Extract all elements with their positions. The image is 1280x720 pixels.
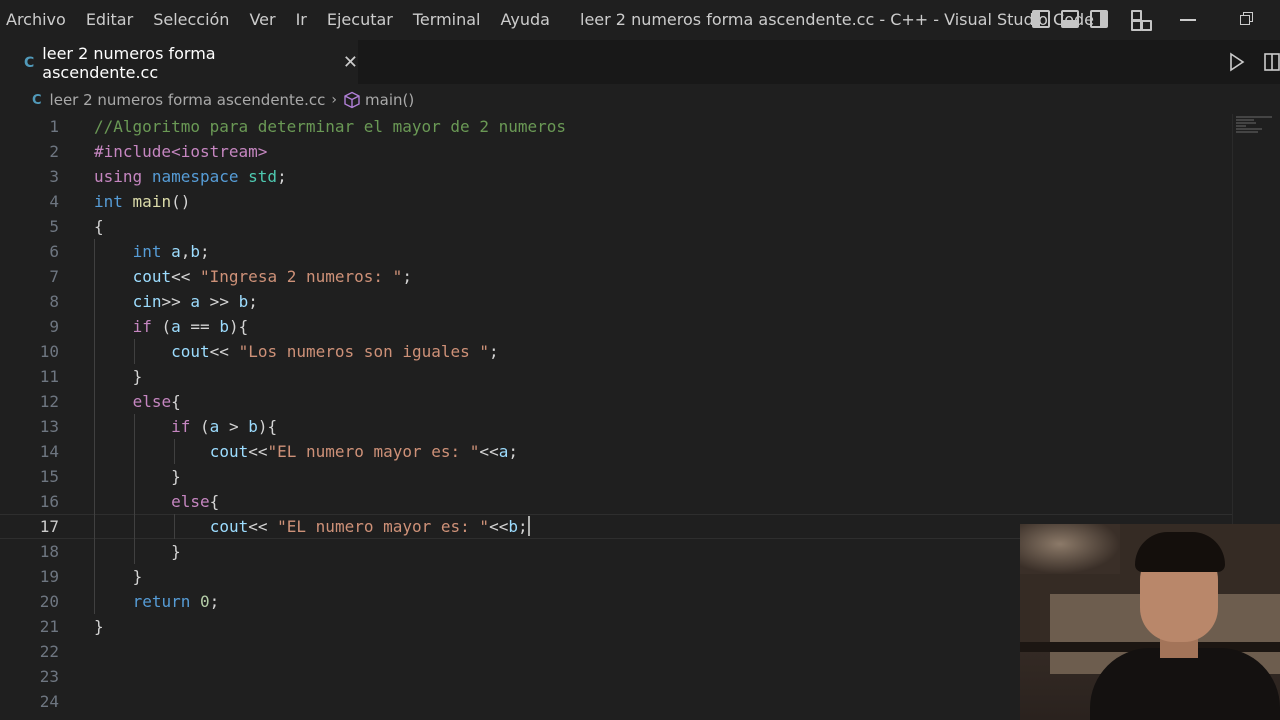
code-line[interactable]: 5{ xyxy=(0,214,1232,239)
line-number: 23 xyxy=(39,667,59,686)
line-number: 14 xyxy=(39,442,59,461)
code-line[interactable]: 8 cin>> a >> b; xyxy=(0,289,1232,314)
code-text: cout<< "Ingresa 2 numeros: "; xyxy=(132,267,412,286)
code-text: cout<< "Los numeros son iguales "; xyxy=(171,342,499,361)
line-number: 4 xyxy=(49,192,59,211)
line-number: 8 xyxy=(49,292,59,311)
cpp-file-icon: C xyxy=(32,92,42,108)
line-number: 6 xyxy=(49,242,59,261)
layout-controls xyxy=(1032,10,1108,28)
menu-ejecutar[interactable]: Ejecutar xyxy=(317,0,403,40)
line-number: 18 xyxy=(39,542,59,561)
minimize-window-icon[interactable] xyxy=(1180,19,1196,21)
breadcrumb: C leer 2 numeros forma ascendente.cc › m… xyxy=(0,86,414,114)
code-text: if (a == b){ xyxy=(132,317,249,336)
line-number: 9 xyxy=(49,317,59,336)
editor-tab-bar: C leer 2 numeros forma ascendente.cc ✕ xyxy=(0,40,1280,84)
toggle-panel-icon[interactable] xyxy=(1061,10,1079,28)
code-line[interactable]: 12 else{ xyxy=(0,389,1232,414)
code-text: } xyxy=(132,367,143,386)
menu-archivo[interactable]: Archivo xyxy=(0,0,76,40)
code-text: //Algoritmo para determinar el mayor de … xyxy=(94,117,567,136)
line-number: 3 xyxy=(49,167,59,186)
menu-seleccion[interactable]: Selección xyxy=(143,0,239,40)
code-line[interactable]: 3 using namespace std; xyxy=(0,164,1232,189)
code-text: } xyxy=(132,567,143,586)
split-editor-icon[interactable] xyxy=(1264,52,1280,72)
tab-label: leer 2 numeros forma ascendente.cc xyxy=(42,43,216,82)
title-bar: Archivo Editar Selección Ver Ir Ejecutar… xyxy=(0,0,1280,40)
line-number: 17 xyxy=(39,517,59,536)
line-number: 10 xyxy=(39,342,59,361)
webcam-overlay xyxy=(1020,524,1280,720)
code-text: cout<< "EL numero mayor es: "<<b; xyxy=(209,516,530,536)
customize-layout-icon[interactable] xyxy=(1131,10,1152,31)
menu-ver[interactable]: Ver xyxy=(239,0,285,40)
line-number: 21 xyxy=(39,617,59,636)
window-title: leer 2 numeros forma ascendente.cc - C++… xyxy=(580,10,1094,29)
code-text: return 0; xyxy=(132,592,220,611)
menu-editar[interactable]: Editar xyxy=(76,0,143,40)
code-text: #include<iostream> xyxy=(94,142,268,161)
code-text: } xyxy=(94,617,104,636)
code-text: } xyxy=(171,542,181,561)
line-number: 13 xyxy=(39,417,59,436)
code-line[interactable]: 6 int a,b; xyxy=(0,239,1232,264)
code-line[interactable]: 14 cout<<"EL numero mayor es: "<<a; xyxy=(0,439,1232,464)
minimap[interactable] xyxy=(1236,116,1276,146)
menu-ir[interactable]: Ir xyxy=(286,0,317,40)
line-number: 5 xyxy=(49,217,59,236)
code-text: int main() xyxy=(94,192,191,211)
code-text: else{ xyxy=(132,392,181,411)
code-line[interactable]: 2 #include<iostream> xyxy=(0,139,1232,164)
line-number: 16 xyxy=(39,492,59,511)
code-line[interactable]: 4 int main() xyxy=(0,189,1232,214)
line-number: 20 xyxy=(39,592,59,611)
line-number: 24 xyxy=(39,692,59,711)
cpp-file-icon: C xyxy=(24,54,35,71)
line-number: 19 xyxy=(39,567,59,586)
code-line[interactable]: 10 cout<< "Los numeros son iguales "; xyxy=(0,339,1232,364)
menu-ayuda[interactable]: Ayuda xyxy=(491,0,560,40)
code-line[interactable]: 9 if (a == b){ xyxy=(0,314,1232,339)
code-line[interactable]: 15 } xyxy=(0,464,1232,489)
webcam-lamp xyxy=(1020,524,1120,574)
code-text: } xyxy=(171,467,181,486)
breadcrumb-symbol[interactable]: main() xyxy=(365,91,414,109)
line-number: 15 xyxy=(39,467,59,486)
line-number: 11 xyxy=(39,367,59,386)
method-cube-icon xyxy=(344,91,360,109)
editor-tab[interactable]: C leer 2 numeros forma ascendente.cc ✕ xyxy=(0,40,358,84)
line-number: 1 xyxy=(49,117,59,136)
code-line[interactable]: 13 if (a > b){ xyxy=(0,414,1232,439)
line-number: 12 xyxy=(39,392,59,411)
code-text: cin>> a >> b; xyxy=(132,292,258,311)
code-text: else{ xyxy=(171,492,220,511)
code-line[interactable]: 16 else{ xyxy=(0,489,1232,514)
webcam-person-body xyxy=(1090,648,1280,720)
breadcrumb-separator: › xyxy=(331,92,338,108)
line-number: 2 xyxy=(49,142,59,161)
code-line[interactable]: 11 } xyxy=(0,364,1232,389)
close-icon[interactable]: ✕ xyxy=(343,52,358,73)
code-text: using namespace std; xyxy=(94,167,287,186)
code-text: cout<<"EL numero mayor es: "<<a; xyxy=(209,442,518,461)
menu-bar: Archivo Editar Selección Ver Ir Ejecutar… xyxy=(0,0,560,40)
breadcrumb-file[interactable]: leer 2 numeros forma ascendente.cc xyxy=(50,91,326,109)
toggle-secondary-sidebar-icon[interactable] xyxy=(1090,10,1108,28)
text-cursor xyxy=(527,516,530,536)
run-icon[interactable] xyxy=(1228,52,1246,72)
toggle-primary-sidebar-icon[interactable] xyxy=(1032,10,1050,28)
code-line[interactable]: 1 //Algoritmo para determinar el mayor de… xyxy=(0,114,1232,139)
code-text: int a,b; xyxy=(132,242,210,261)
webcam-person-hair xyxy=(1135,532,1225,572)
menu-terminal[interactable]: Terminal xyxy=(403,0,491,40)
line-number: 7 xyxy=(49,267,59,286)
line-number: 22 xyxy=(39,642,59,661)
restore-window-icon[interactable] xyxy=(1240,12,1254,26)
code-text: if (a > b){ xyxy=(171,417,278,436)
code-text: { xyxy=(94,217,104,236)
code-line[interactable]: 7 cout<< "Ingresa 2 numeros: "; xyxy=(0,264,1232,289)
